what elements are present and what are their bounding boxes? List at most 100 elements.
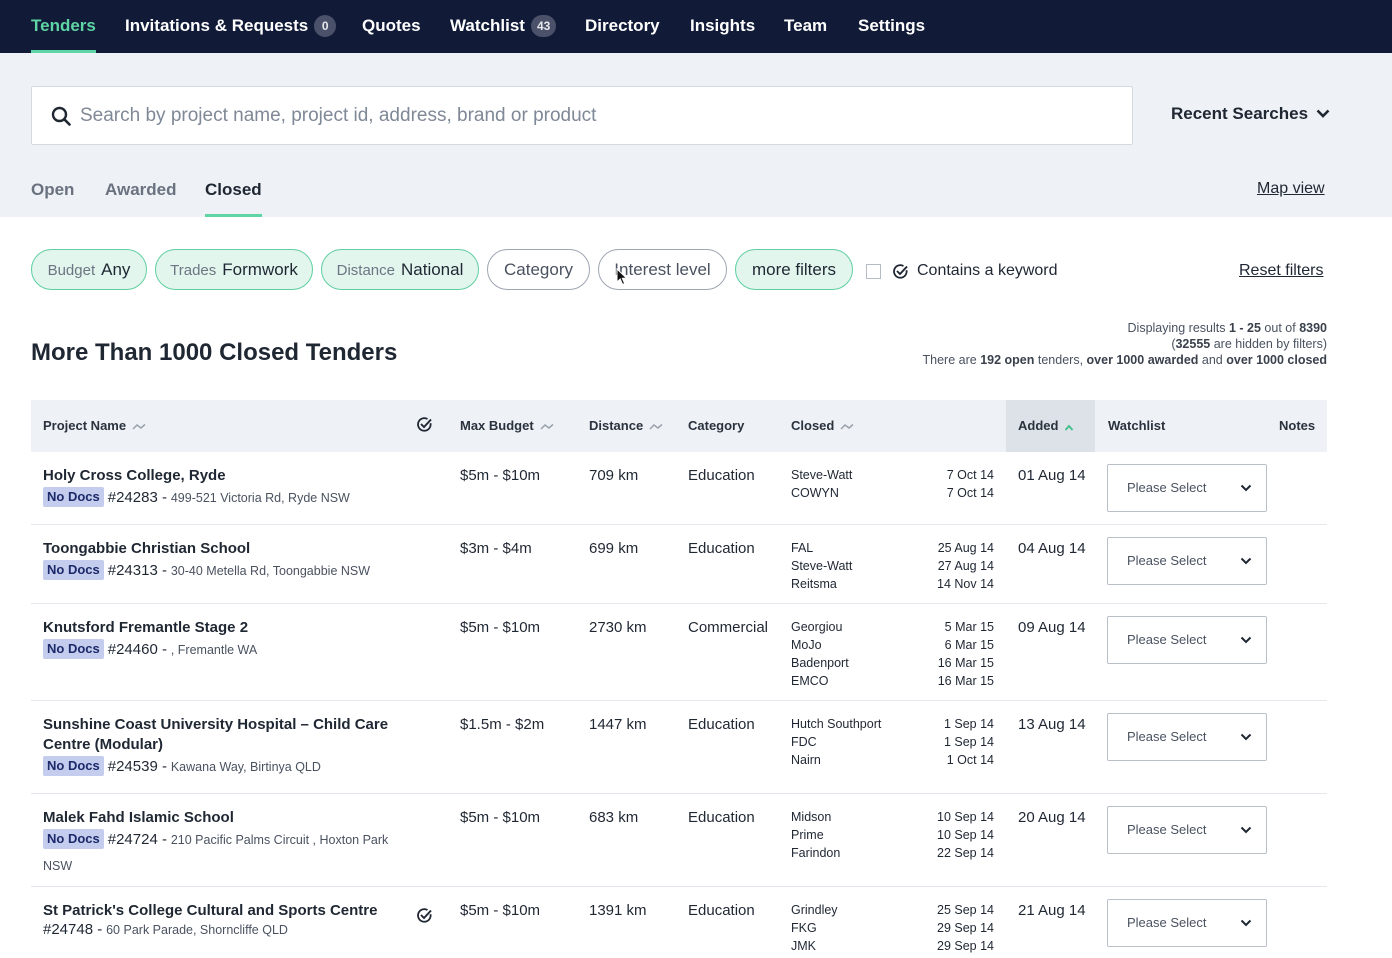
results-text: tenders, <box>1037 353 1084 367</box>
project-name-link[interactable]: Sunshine Coast University Hospital – Chi… <box>43 715 403 755</box>
table-row[interactable]: Holy Cross College, Ryde No Docs #24283 - … <box>31 452 1327 525</box>
col-distance[interactable]: Distance <box>589 400 663 452</box>
search-input[interactable] <box>80 95 1120 137</box>
nav-insights[interactable]: Insights <box>690 0 755 53</box>
table-row[interactable]: Malek Fahd Islamic School No Docs #24724 -… <box>31 794 1327 887</box>
chip-value: National <box>400 260 464 279</box>
watchlist-select[interactable]: Please Select <box>1107 899 1267 947</box>
col-category[interactable]: Category <box>688 400 744 452</box>
table-row[interactable]: St Patrick's College Cultural and Sports… <box>31 887 1327 958</box>
nav-label: Quotes <box>362 16 421 35</box>
col-closed[interactable]: Closed <box>791 400 854 452</box>
results-text: There are <box>922 353 977 367</box>
nav-settings[interactable]: Settings <box>858 0 925 53</box>
col-label: Distance <box>589 418 644 433</box>
max-budget-value: $1.5m - $2m <box>460 716 545 733</box>
max-budget-value: $5m - $10m <box>460 902 541 919</box>
category-value: Education <box>688 716 755 733</box>
distance-filter-chip[interactable]: Distance National <box>321 249 479 290</box>
nav-tenders[interactable]: Tenders <box>31 0 96 53</box>
added-date: 20 Aug 14 <box>1018 809 1086 826</box>
project-address: 60 Park Parade, Shorncliffe QLD <box>106 923 288 937</box>
watchlist-select[interactable]: Please Select <box>1107 713 1267 761</box>
builder-name: Nairn <box>791 753 821 767</box>
max-budget-value: $3m - $4m <box>460 540 532 557</box>
table-row[interactable]: Knutsford Fremantle Stage 2 No Docs #24460… <box>31 604 1327 701</box>
tab-open[interactable]: Open <box>31 180 74 217</box>
closed-entry: Steve-Watt 7 Oct 14 <box>791 466 994 484</box>
closed-date: 14 Nov 14 <box>937 577 994 591</box>
select-value: Please Select <box>1127 480 1207 495</box>
table-header: Project Name Max Budget Distance Categor… <box>31 400 1327 452</box>
closed-list: Steve-Watt 7 Oct 14 COWYN 7 Oct 14 <box>791 466 994 502</box>
project-name-link[interactable]: Toongabbie Christian School <box>43 539 403 559</box>
project-meta: No Docs #24539 - Kawana Way, Birtinya QLD <box>43 754 403 780</box>
chevron-down-icon <box>1240 826 1252 834</box>
check-circle-icon[interactable] <box>416 416 433 433</box>
watchlist-select[interactable]: Please Select <box>1107 616 1267 664</box>
col-added[interactable]: Added <box>1006 400 1095 452</box>
category-value: Education <box>688 809 755 826</box>
results-range: 1 - 25 <box>1228 321 1261 335</box>
nav-invitations[interactable]: Invitations & Requests 0 <box>125 0 337 53</box>
table-row[interactable]: Sunshine Coast University Hospital – Chi… <box>31 701 1327 794</box>
closed-date: 29 Sep 14 <box>937 939 994 953</box>
project-meta: No Docs #24460 - , Fremantle WA <box>43 637 403 663</box>
results-total: 8390 <box>1299 321 1327 335</box>
col-watchlist: Watchlist <box>1108 418 1166 433</box>
closed-list: Hutch Southport 1 Sep 14 FDC 1 Sep 14 Nairn 1… <box>791 715 994 769</box>
project-meta: No Docs #24724 - 210 Pacific Palms Circui… <box>43 827 403 879</box>
tab-awarded[interactable]: Awarded <box>105 180 177 217</box>
nav-watchlist[interactable]: Watchlist 43 <box>450 0 557 53</box>
nav-directory[interactable]: Directory <box>585 0 660 53</box>
col-label: Closed <box>791 418 835 433</box>
watchlist-select[interactable]: Please Select <box>1107 464 1267 512</box>
table-row[interactable]: Toongabbie Christian School No Docs #24313… <box>31 525 1327 604</box>
keyword-filter-label[interactable]: Contains a keyword <box>917 262 1058 280</box>
chevron-down-icon <box>1240 636 1252 644</box>
builder-name: FDC <box>791 735 817 749</box>
budget-filter-chip[interactable]: Budget Any <box>31 249 147 290</box>
nav-team[interactable]: Team <box>784 0 827 53</box>
trades-filter-chip[interactable]: Trades Formwork <box>155 249 313 290</box>
nav-quotes[interactable]: Quotes <box>362 0 421 53</box>
tab-closed[interactable]: Closed <box>205 180 262 217</box>
project-name-link[interactable]: Holy Cross College, Ryde <box>43 466 403 486</box>
project-name-link[interactable]: Malek Fahd Islamic School <box>43 808 403 828</box>
distance-value: 1447 km <box>589 716 647 733</box>
project-address: 499-521 Victoria Rd, Ryde NSW <box>170 491 350 505</box>
sort-icon <box>649 423 663 430</box>
closed-date: 6 Mar 15 <box>944 638 994 652</box>
project-name-link[interactable]: Knutsford Fremantle Stage 2 <box>43 618 403 638</box>
count-badge: 43 <box>530 15 557 37</box>
more-filters-chip[interactable]: more filters <box>735 249 853 290</box>
distance-value: 1391 km <box>589 902 647 919</box>
col-notes: Notes <box>1279 418 1316 433</box>
project-address: Kawana Way, Birtinya QLD <box>170 760 321 774</box>
map-view-link[interactable]: Map view <box>1257 180 1325 198</box>
distance-value: 2730 km <box>589 619 647 636</box>
closed-entry: Badenport 16 Mar 15 <box>791 654 994 672</box>
project-id: #24313 - <box>107 562 167 579</box>
closed-date: 1 Sep 14 <box>943 735 994 749</box>
builder-name: Hutch Southport <box>791 717 882 731</box>
project-id: #24539 - <box>107 758 167 775</box>
closed-entry: MoJo 6 Mar 15 <box>791 636 994 654</box>
watchlist-select[interactable]: Please Select <box>1107 806 1267 854</box>
closed-date: 5 Mar 15 <box>944 620 994 634</box>
project-meta: No Docs #24283 - 499-521 Victoria Rd, Ryd… <box>43 485 403 511</box>
category-filter-chip[interactable]: Category <box>487 249 590 290</box>
closed-date: 25 Sep 14 <box>937 903 994 917</box>
added-date: 01 Aug 14 <box>1018 467 1086 484</box>
col-max-budget[interactable]: Max Budget <box>460 400 554 452</box>
check-circle-icon <box>893 264 908 279</box>
check-circle-icon <box>417 908 432 923</box>
recent-searches-dropdown[interactable]: Recent Searches <box>1171 104 1330 124</box>
top-nav: Tenders Invitations & Requests 0 Quotes W… <box>0 0 1392 53</box>
closed-date: 7 Oct 14 <box>946 486 994 500</box>
col-project-name[interactable]: Project Name <box>43 400 146 452</box>
watchlist-select[interactable]: Please Select <box>1107 537 1267 585</box>
distance-value: 709 km <box>589 467 639 484</box>
keyword-checkbox[interactable] <box>866 264 881 279</box>
reset-filters-link[interactable]: Reset filters <box>1239 262 1323 280</box>
